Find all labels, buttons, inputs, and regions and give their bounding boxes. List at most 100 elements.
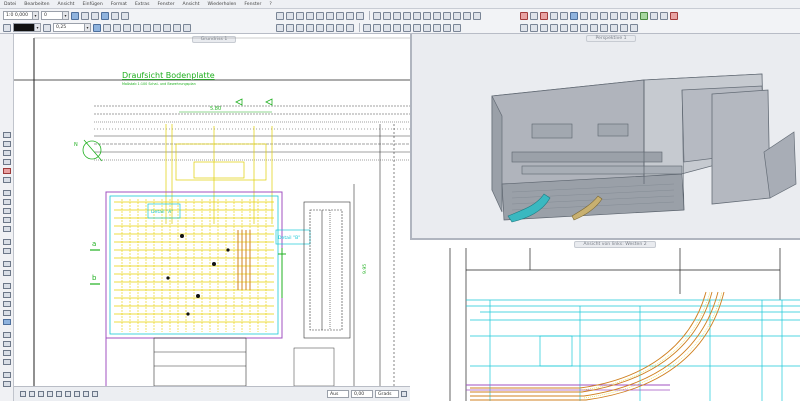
menu-extras[interactable]: Extras bbox=[135, 2, 150, 7]
mode-field[interactable]: Aus bbox=[327, 390, 349, 398]
info-left-icon[interactable] bbox=[3, 381, 11, 387]
transparent-icon[interactable] bbox=[580, 23, 588, 32]
stair-icon[interactable] bbox=[316, 11, 324, 20]
plot-left-icon[interactable] bbox=[3, 341, 11, 347]
pen-icon[interactable] bbox=[3, 23, 11, 32]
hatch-area-icon[interactable] bbox=[3, 217, 11, 223]
text-icon[interactable] bbox=[93, 23, 101, 32]
trim-icon[interactable] bbox=[423, 11, 431, 20]
ortho-toggle-icon[interactable] bbox=[38, 391, 44, 397]
line-icon[interactable] bbox=[3, 141, 11, 147]
wall-icon[interactable] bbox=[276, 11, 284, 20]
close-icon[interactable] bbox=[670, 11, 678, 20]
door-icon[interactable] bbox=[356, 11, 364, 20]
window-icon[interactable] bbox=[346, 11, 354, 20]
menu-format[interactable]: Format bbox=[111, 2, 127, 7]
side-view-icon[interactable] bbox=[540, 23, 548, 32]
text-tool-icon[interactable] bbox=[3, 226, 11, 232]
snap-icon[interactable] bbox=[81, 11, 89, 20]
zoom-icon[interactable] bbox=[570, 11, 578, 20]
layer-left-icon[interactable] bbox=[3, 332, 11, 338]
dimension-icon[interactable] bbox=[103, 23, 111, 32]
layout-toggle-icon[interactable] bbox=[92, 391, 98, 397]
menu-window[interactable]: Fenster bbox=[158, 2, 175, 7]
circle-icon[interactable] bbox=[3, 177, 11, 183]
pan-icon[interactable] bbox=[580, 11, 588, 20]
orbit-icon[interactable] bbox=[620, 11, 628, 20]
track-toggle-icon[interactable] bbox=[56, 391, 62, 397]
schedule-icon[interactable] bbox=[326, 23, 334, 32]
pattern-icon[interactable] bbox=[143, 23, 151, 32]
snap-center-icon[interactable] bbox=[3, 301, 11, 307]
camera-icon[interactable] bbox=[600, 23, 608, 32]
box-icon[interactable] bbox=[620, 23, 628, 32]
menu-insert[interactable]: Einfügen bbox=[82, 2, 102, 7]
bar-shape-icon[interactable] bbox=[306, 23, 314, 32]
zoom-field[interactable]: 0,00 bbox=[351, 390, 373, 398]
delete-icon[interactable] bbox=[3, 168, 11, 174]
zoom-window-icon[interactable] bbox=[590, 11, 598, 20]
settings-status-icon[interactable] bbox=[401, 391, 407, 397]
refresh-icon[interactable] bbox=[610, 11, 618, 20]
check-icon[interactable] bbox=[640, 11, 648, 20]
paste-icon[interactable] bbox=[550, 11, 558, 20]
navigator-icon[interactable] bbox=[630, 23, 638, 32]
rectangle-icon[interactable] bbox=[3, 159, 11, 165]
snap-toggle-icon[interactable] bbox=[29, 391, 35, 397]
print-icon[interactable] bbox=[183, 23, 191, 32]
properties-icon[interactable] bbox=[453, 23, 461, 32]
import-left-icon[interactable] bbox=[3, 359, 11, 365]
scale-select[interactable]: 1:0 0,000 ▾ bbox=[3, 11, 39, 20]
layer-select[interactable]: 0 ▾ bbox=[41, 11, 69, 20]
chevron-down-icon[interactable]: ▾ bbox=[34, 24, 40, 31]
label-rebar-icon[interactable] bbox=[346, 23, 354, 32]
split-icon[interactable] bbox=[473, 11, 481, 20]
redo-left-icon[interactable] bbox=[3, 248, 11, 254]
polyline-icon[interactable] bbox=[3, 150, 11, 156]
undo-icon[interactable] bbox=[530, 11, 538, 20]
join-icon[interactable] bbox=[463, 11, 471, 20]
walk-icon[interactable] bbox=[630, 11, 638, 20]
move-icon[interactable] bbox=[383, 11, 391, 20]
front-view-icon[interactable] bbox=[530, 23, 538, 32]
clip-icon[interactable] bbox=[610, 23, 618, 32]
eraser-icon[interactable] bbox=[520, 11, 528, 20]
snap-perpendicular-icon[interactable] bbox=[3, 319, 11, 325]
stamp-icon[interactable] bbox=[173, 23, 181, 32]
stretch-icon[interactable] bbox=[413, 11, 421, 20]
filter-icon[interactable] bbox=[443, 23, 451, 32]
copy-icon[interactable] bbox=[373, 11, 381, 20]
line-style-icon[interactable] bbox=[43, 23, 51, 32]
model-3d-view[interactable] bbox=[412, 34, 800, 240]
beam-icon[interactable] bbox=[296, 11, 304, 20]
chevron-down-icon[interactable]: ▾ bbox=[32, 12, 38, 19]
redo-icon[interactable] bbox=[560, 11, 568, 20]
mirror-icon[interactable] bbox=[403, 11, 411, 20]
stirrup-icon[interactable] bbox=[296, 23, 304, 32]
view-icon[interactable] bbox=[393, 23, 401, 32]
measure-icon[interactable] bbox=[113, 23, 121, 32]
rotate-icon[interactable] bbox=[393, 11, 401, 20]
elevation-drawing[interactable] bbox=[410, 240, 800, 401]
menu-view[interactable]: Ansicht bbox=[58, 2, 75, 7]
plan-drawing[interactable]: Draufsicht Bodenplatte Maßstab 1:100 Sch… bbox=[14, 34, 410, 386]
settings-left-icon[interactable] bbox=[3, 372, 11, 378]
snap-mid-icon[interactable] bbox=[3, 292, 11, 298]
lineweight-toggle-icon[interactable] bbox=[83, 391, 89, 397]
measure-left-icon[interactable] bbox=[3, 261, 11, 267]
window-tile-icon[interactable] bbox=[650, 11, 658, 20]
line-weight-select[interactable]: 0,25 ▾ bbox=[53, 23, 91, 32]
rebar-icon[interactable] bbox=[276, 23, 284, 32]
area-left-icon[interactable] bbox=[3, 270, 11, 276]
shaded-icon[interactable] bbox=[570, 23, 578, 32]
plan-window[interactable]: Grundriss 1 Draufsicht Bodenplatte Maßst… bbox=[14, 34, 410, 386]
snap-intersection-icon[interactable] bbox=[3, 310, 11, 316]
select-icon[interactable] bbox=[3, 132, 11, 138]
roof-icon[interactable] bbox=[326, 11, 334, 20]
section-icon[interactable] bbox=[363, 23, 371, 32]
fill-icon[interactable] bbox=[133, 23, 141, 32]
polar-toggle-icon[interactable] bbox=[47, 391, 53, 397]
menu-file[interactable]: Datei bbox=[4, 2, 16, 7]
export-left-icon[interactable] bbox=[3, 350, 11, 356]
array-icon[interactable] bbox=[453, 11, 461, 20]
